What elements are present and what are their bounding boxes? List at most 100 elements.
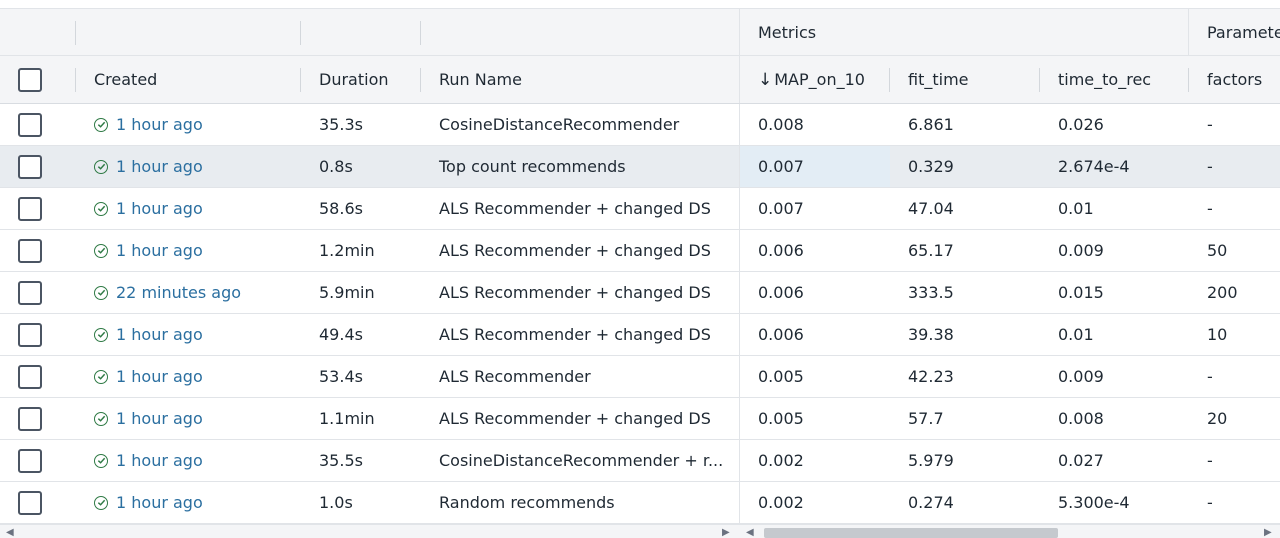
row-checkbox[interactable] bbox=[18, 364, 42, 389]
run-name-cell[interactable]: ALS Recommender + changed DS bbox=[421, 188, 739, 229]
run-name-cell[interactable]: CosineDistanceRecommender bbox=[421, 104, 739, 145]
created-link[interactable]: 1 hour ago bbox=[116, 157, 203, 176]
created-cell[interactable]: 1 hour ago bbox=[76, 440, 300, 481]
map-on-10-cell: 0.006 bbox=[758, 325, 804, 344]
group-header-metrics[interactable]: Metrics bbox=[740, 9, 1188, 55]
created-cell[interactable]: 22 minutes ago bbox=[76, 272, 300, 313]
row-checkbox[interactable] bbox=[18, 196, 42, 221]
map-on-10-cell: 0.006 bbox=[758, 241, 804, 260]
table-row[interactable]: 1 hour ago 1.1min ALS Recommender + chan… bbox=[0, 398, 1280, 440]
duration-cell: 53.4s bbox=[319, 367, 363, 386]
column-header-factors[interactable]: factors bbox=[1189, 56, 1280, 103]
duration-cell: 58.6s bbox=[319, 199, 363, 218]
column-group-header-row: Metrics Parameters bbox=[0, 8, 1280, 56]
duration-cell: 1.2min bbox=[319, 241, 375, 260]
column-header-time-to-rec[interactable]: time_to_rec bbox=[1040, 56, 1188, 103]
created-link[interactable]: 1 hour ago bbox=[116, 115, 203, 134]
map-on-10-cell: 0.007 bbox=[758, 199, 804, 218]
row-checkbox[interactable] bbox=[18, 448, 42, 473]
run-name-cell[interactable]: Random recommends bbox=[421, 482, 739, 523]
factors-cell: - bbox=[1207, 115, 1213, 134]
map-on-10-cell: 0.002 bbox=[758, 493, 804, 512]
created-cell[interactable]: 1 hour ago bbox=[76, 188, 300, 229]
run-name-cell[interactable]: CosineDistanceRecommender + r... bbox=[421, 440, 739, 481]
duration-cell: 1.0s bbox=[319, 493, 353, 512]
column-header-created[interactable]: Created bbox=[76, 56, 300, 103]
table-row[interactable]: 1 hour ago 35.3s CosineDistanceRecommend… bbox=[0, 104, 1280, 146]
check-circle-icon bbox=[94, 201, 108, 216]
column-header-map-on-10[interactable]: ↓ MAP_on_10 bbox=[740, 56, 890, 103]
table-row[interactable]: 1 hour ago 0.8s Top count recommends 0.0… bbox=[0, 146, 1280, 188]
map-on-10-cell: 0.005 bbox=[758, 367, 804, 386]
created-cell[interactable]: 1 hour ago bbox=[76, 356, 300, 397]
run-name-cell[interactable]: ALS Recommender bbox=[421, 356, 739, 397]
row-checkbox[interactable] bbox=[18, 406, 42, 431]
scroll-left-icon[interactable]: ◀ bbox=[746, 527, 754, 538]
row-checkbox[interactable] bbox=[18, 280, 42, 305]
table-row[interactable]: 1 hour ago 1.2min ALS Recommender + chan… bbox=[0, 230, 1280, 272]
check-circle-icon bbox=[94, 327, 108, 342]
created-link[interactable]: 1 hour ago bbox=[116, 367, 203, 386]
factors-cell: 10 bbox=[1207, 325, 1228, 344]
time-to-rec-cell: 0.009 bbox=[1058, 241, 1104, 260]
created-link[interactable]: 1 hour ago bbox=[116, 325, 203, 344]
check-circle-icon bbox=[94, 117, 108, 132]
check-circle-icon bbox=[94, 159, 108, 174]
scroll-left-icon[interactable]: ◀ bbox=[6, 527, 14, 538]
time-to-rec-cell: 2.674e-4 bbox=[1058, 157, 1130, 176]
time-to-rec-cell: 0.008 bbox=[1058, 409, 1104, 428]
fit-time-cell: 0.329 bbox=[908, 157, 954, 176]
created-cell[interactable]: 1 hour ago bbox=[76, 230, 300, 271]
scroll-right-icon[interactable]: ▶ bbox=[722, 527, 730, 538]
run-name-cell[interactable]: ALS Recommender + changed DS bbox=[421, 230, 739, 271]
duration-cell: 0.8s bbox=[319, 157, 353, 176]
time-to-rec-cell: 0.015 bbox=[1058, 283, 1104, 302]
row-checkbox[interactable] bbox=[18, 112, 42, 137]
table-row[interactable]: 22 minutes ago 5.9min ALS Recommender + … bbox=[0, 272, 1280, 314]
created-link[interactable]: 22 minutes ago bbox=[116, 283, 241, 302]
created-cell[interactable]: 1 hour ago bbox=[76, 482, 300, 523]
created-link[interactable]: 1 hour ago bbox=[116, 199, 203, 218]
fit-time-cell: 65.17 bbox=[908, 241, 954, 260]
column-separator bbox=[75, 21, 76, 45]
fit-time-cell: 5.979 bbox=[908, 451, 954, 470]
select-all-checkbox[interactable] bbox=[18, 67, 42, 92]
run-name-cell[interactable]: ALS Recommender + changed DS bbox=[421, 398, 739, 439]
fit-time-cell: 6.861 bbox=[908, 115, 954, 134]
column-separator bbox=[420, 21, 421, 45]
row-checkbox[interactable] bbox=[18, 154, 42, 179]
created-cell[interactable]: 1 hour ago bbox=[76, 146, 300, 187]
horizontal-scrollbar[interactable]: ◀ ▶ ◀ ▶ bbox=[0, 524, 1280, 538]
run-name-cell[interactable]: ALS Recommender + changed DS bbox=[421, 314, 739, 355]
column-header-fit-time[interactable]: fit_time bbox=[890, 56, 1039, 103]
column-header-run-name[interactable]: Run Name bbox=[421, 56, 739, 103]
table-row[interactable]: 1 hour ago 35.5s CosineDistanceRecommend… bbox=[0, 440, 1280, 482]
run-name-cell[interactable]: ALS Recommender + changed DS bbox=[421, 272, 739, 313]
pinned-column-divider bbox=[739, 104, 740, 524]
factors-cell: - bbox=[1207, 157, 1213, 176]
group-header-parameters[interactable]: Parameters bbox=[1189, 9, 1280, 55]
scrollbar-thumb[interactable] bbox=[764, 528, 1058, 538]
row-checkbox[interactable] bbox=[18, 490, 42, 515]
column-header-row: Created Duration Run Name ↓ MAP_on_10 fi… bbox=[0, 56, 1280, 104]
scroll-right-icon[interactable]: ▶ bbox=[1264, 527, 1272, 538]
created-link[interactable]: 1 hour ago bbox=[116, 493, 203, 512]
created-link[interactable]: 1 hour ago bbox=[116, 409, 203, 428]
time-to-rec-cell: 0.026 bbox=[1058, 115, 1104, 134]
created-cell[interactable]: 1 hour ago bbox=[76, 398, 300, 439]
created-cell[interactable]: 1 hour ago bbox=[76, 104, 300, 145]
created-cell[interactable]: 1 hour ago bbox=[76, 314, 300, 355]
created-link[interactable]: 1 hour ago bbox=[116, 451, 203, 470]
run-name-cell[interactable]: Top count recommends bbox=[421, 146, 739, 187]
column-header-duration[interactable]: Duration bbox=[301, 56, 420, 103]
row-checkbox[interactable] bbox=[18, 322, 42, 347]
table-row[interactable]: 1 hour ago 49.4s ALS Recommender + chang… bbox=[0, 314, 1280, 356]
runs-table: Metrics Parameters Created Duration Run … bbox=[0, 0, 1280, 538]
duration-cell: 35.3s bbox=[319, 115, 363, 134]
table-row[interactable]: 1 hour ago 58.6s ALS Recommender + chang… bbox=[0, 188, 1280, 230]
row-checkbox[interactable] bbox=[18, 238, 42, 263]
table-row[interactable]: 1 hour ago 1.0s Random recommends 0.002 … bbox=[0, 482, 1280, 524]
factors-cell: 50 bbox=[1207, 241, 1228, 260]
created-link[interactable]: 1 hour ago bbox=[116, 241, 203, 260]
table-row[interactable]: 1 hour ago 53.4s ALS Recommender 0.005 4… bbox=[0, 356, 1280, 398]
